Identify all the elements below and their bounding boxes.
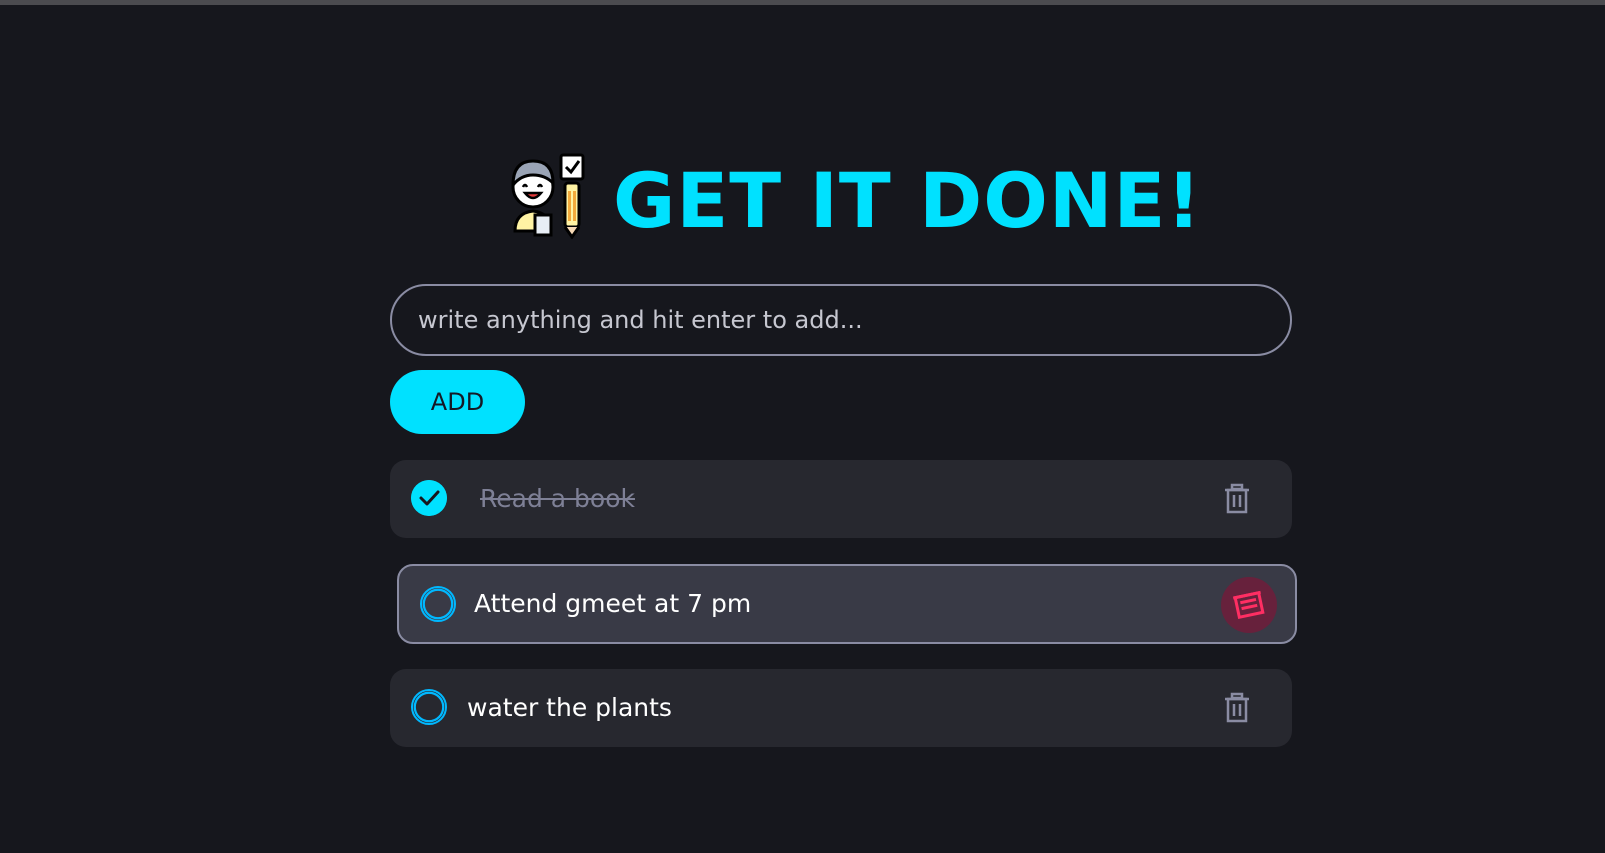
task-item: water the plants	[390, 669, 1292, 747]
task-item: Read a book	[390, 460, 1292, 538]
trash-icon	[1232, 590, 1265, 620]
add-task-button[interactable]: ADD	[390, 370, 525, 434]
trash-icon[interactable]	[1222, 692, 1252, 724]
page-title: GET IT DONE!	[612, 156, 1203, 245]
task-label: water the plants	[467, 693, 672, 722]
todo-app: GET IT DONE! ADD Read a book Attend gmee…	[390, 150, 1297, 774]
new-task-input[interactable]	[390, 284, 1292, 356]
task-checked-icon[interactable]	[411, 480, 447, 516]
delete-task-button[interactable]	[1221, 577, 1277, 633]
task-label: Read a book	[480, 484, 635, 513]
task-unchecked-icon[interactable]	[420, 586, 456, 622]
task-item: Attend gmeet at 7 pm	[397, 564, 1297, 644]
task-unchecked-icon[interactable]	[411, 689, 447, 725]
task-label: Attend gmeet at 7 pm	[474, 589, 752, 618]
trash-icon[interactable]	[1222, 483, 1252, 515]
kid-with-checklist-icon	[511, 153, 585, 239]
header: GET IT DONE!	[415, 150, 1292, 242]
window-top-border	[0, 0, 1605, 5]
task-list: Read a book Attend gmeet at 7 pm water t…	[390, 460, 1297, 747]
